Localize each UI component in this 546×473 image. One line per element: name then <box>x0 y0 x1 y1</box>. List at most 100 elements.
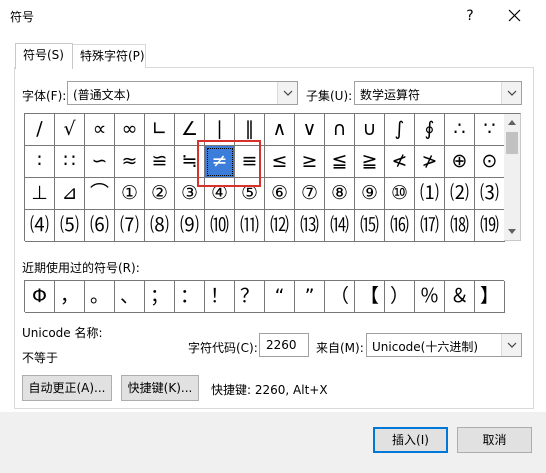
symbol-cell[interactable]: ≦ <box>325 146 355 178</box>
symbol-cell[interactable]: ≈ <box>115 146 145 178</box>
symbol-cell[interactable]: ⑷ <box>25 210 55 242</box>
symbol-cell[interactable]: ⊙ <box>475 146 505 178</box>
symbol-cell[interactable]: ≤ <box>265 146 295 178</box>
recent-symbol-cell[interactable]: “ <box>265 281 295 313</box>
symbol-cell[interactable]: ∣ <box>205 114 235 146</box>
symbol-cell[interactable]: ⒂ <box>355 210 385 242</box>
symbol-cell[interactable]: ⒆ <box>475 210 505 242</box>
symbol-cell[interactable]: ⑾ <box>235 210 265 242</box>
symbol-cell[interactable]: ∷ <box>55 146 85 178</box>
symbol-cell[interactable]: ⒄ <box>415 210 445 242</box>
symbol-cell[interactable]: ⊿ <box>55 178 85 210</box>
symbol-cell[interactable]: ≥ <box>295 146 325 178</box>
symbol-cell[interactable]: ∴ <box>445 114 475 146</box>
symbol-cell[interactable]: ⒀ <box>295 210 325 242</box>
close-button[interactable] <box>500 4 530 28</box>
recent-symbol-cell[interactable]: ” <box>295 281 325 313</box>
help-button[interactable]: ? <box>455 4 485 28</box>
symbol-cell[interactable]: ⑥ <box>265 178 295 210</box>
symbol-cell[interactable]: ③ <box>175 178 205 210</box>
symbol-cell[interactable]: ∠ <box>175 114 205 146</box>
recent-symbol-cell[interactable]: ） <box>385 281 415 313</box>
tab-special-characters[interactable]: 特殊字符(P) <box>72 44 146 68</box>
symbol-cell[interactable]: ⑨ <box>355 178 385 210</box>
recent-symbol-cell[interactable]: ； <box>145 281 175 313</box>
symbol-cell[interactable]: ∮ <box>415 114 445 146</box>
symbol-cell[interactable]: ≮ <box>385 146 415 178</box>
symbol-cell[interactable]: ≒ <box>175 146 205 178</box>
symbol-cell[interactable]: ⑩ <box>385 178 415 210</box>
tab-symbols[interactable]: 符号(S) <box>15 43 73 69</box>
symbol-cell[interactable]: ⑸ <box>55 210 85 242</box>
symbol-cell[interactable]: ∨ <box>295 114 325 146</box>
recent-symbol-cell[interactable]: ， <box>55 281 85 313</box>
recent-symbol-cell[interactable]: 【 <box>355 281 385 313</box>
symbol-cell[interactable]: ⑧ <box>325 178 355 210</box>
symbol-cell[interactable]: ⑺ <box>115 210 145 242</box>
symbol-cell[interactable]: ∶ <box>25 146 55 178</box>
insert-button[interactable]: 插入(I) <box>373 427 448 453</box>
subset-dropdown-button[interactable] <box>501 82 521 104</box>
symbol-cell[interactable]: ⑼ <box>175 210 205 242</box>
symbol-cell[interactable]: ⑦ <box>295 178 325 210</box>
from-dropdown-button[interactable] <box>501 334 521 356</box>
cancel-button[interactable]: 取消 <box>457 427 532 453</box>
symbol-cell[interactable]: ≧ <box>355 146 385 178</box>
symbol-cell[interactable]: ∫ <box>385 114 415 146</box>
symbol-cell[interactable]: ② <box>145 178 175 210</box>
recent-symbol-cell[interactable]: （ <box>325 281 355 313</box>
symbol-cell[interactable]: ≯ <box>415 146 445 178</box>
from-select[interactable]: Unicode(十六进制) <box>366 333 522 357</box>
recent-symbol-cell[interactable]: 、 <box>115 281 145 313</box>
symbol-cell[interactable]: ⒃ <box>385 210 415 242</box>
symbol-cell[interactable]: ⌒ <box>85 178 115 210</box>
recent-symbol-cell[interactable]: ％ <box>415 281 445 313</box>
recent-symbol-cell[interactable]: 。 <box>85 281 115 313</box>
symbol-cell[interactable]: ∟ <box>145 114 175 146</box>
recent-symbol-cell[interactable]: ＆ <box>445 281 475 313</box>
symbol-cell-selected[interactable]: ≠ <box>205 146 235 178</box>
symbol-cell[interactable]: ⑶ <box>475 178 505 210</box>
shortcut-key-button[interactable]: 快捷键(K)... <box>121 375 199 401</box>
symbol-cell[interactable]: ∞ <box>115 114 145 146</box>
symbol-cell[interactable]: ⒁ <box>325 210 355 242</box>
symbol-cell[interactable]: ∧ <box>265 114 295 146</box>
font-dropdown-button[interactable] <box>277 82 297 104</box>
symbol-cell[interactable]: ⑽ <box>205 210 235 242</box>
symbol-cell[interactable]: ∵ <box>475 114 505 146</box>
symbol-cell[interactable]: ⒅ <box>445 210 475 242</box>
symbol-cell[interactable]: ∝ <box>85 114 115 146</box>
scroll-up-button[interactable] <box>504 114 520 131</box>
symbol-cell[interactable]: ∽ <box>85 146 115 178</box>
char-code-input[interactable]: 2260 <box>259 333 309 357</box>
symbol-cell[interactable]: ① <box>115 178 145 210</box>
symbol-cell[interactable]: ∥ <box>235 114 265 146</box>
symbol-grid-scrollbar[interactable] <box>504 113 521 241</box>
symbol-cell[interactable]: ⑴ <box>415 178 445 210</box>
symbol-cell[interactable]: ⊕ <box>445 146 475 178</box>
symbol-cell[interactable]: ⑤ <box>235 178 265 210</box>
symbol-grid: ∕ √ ∝ ∞ ∟ ∠ ∣ ∥ ∧ ∨ ∩ ∪ ∫ ∮ ∴ ∵ ∶ ∷ ∽ ≈ ≌ ≒ ≠ ≡ ≤ ≥ ≦ ≧ ≮ ≯ ⊕ ⊙ ⊥ ⊿ ⌒ ① ② ③ ④ ⑤… <box>24 113 505 242</box>
symbol-cell[interactable]: ⊥ <box>25 178 55 210</box>
symbol-cell[interactable]: ⑻ <box>145 210 175 242</box>
symbol-cell[interactable]: √ <box>55 114 85 146</box>
recent-symbol-cell[interactable]: ！ <box>205 281 235 313</box>
symbol-cell[interactable]: ≌ <box>145 146 175 178</box>
recent-symbol-cell[interactable]: ： <box>175 281 205 313</box>
font-select[interactable]: (普通文本) <box>67 81 298 105</box>
symbol-cell[interactable]: ⑵ <box>445 178 475 210</box>
recent-symbol-cell[interactable]: Φ <box>25 281 55 313</box>
autocorrect-button[interactable]: 自动更正(A)... <box>22 375 112 401</box>
symbol-cell[interactable]: ④ <box>205 178 235 210</box>
symbol-cell[interactable]: ⑿ <box>265 210 295 242</box>
symbol-cell[interactable]: ∕ <box>25 114 55 146</box>
symbol-cell[interactable]: ≡ <box>235 146 265 178</box>
symbol-cell[interactable]: ∩ <box>325 114 355 146</box>
recent-symbol-cell[interactable]: ？ <box>235 281 265 313</box>
subset-select[interactable]: 数学运算符 <box>354 81 522 105</box>
symbol-cell[interactable]: ∪ <box>355 114 385 146</box>
recent-symbol-cell[interactable]: 】 <box>475 281 505 313</box>
scroll-down-button[interactable] <box>504 223 520 240</box>
symbol-cell[interactable]: ⑹ <box>85 210 115 242</box>
scroll-thumb[interactable] <box>506 132 518 154</box>
